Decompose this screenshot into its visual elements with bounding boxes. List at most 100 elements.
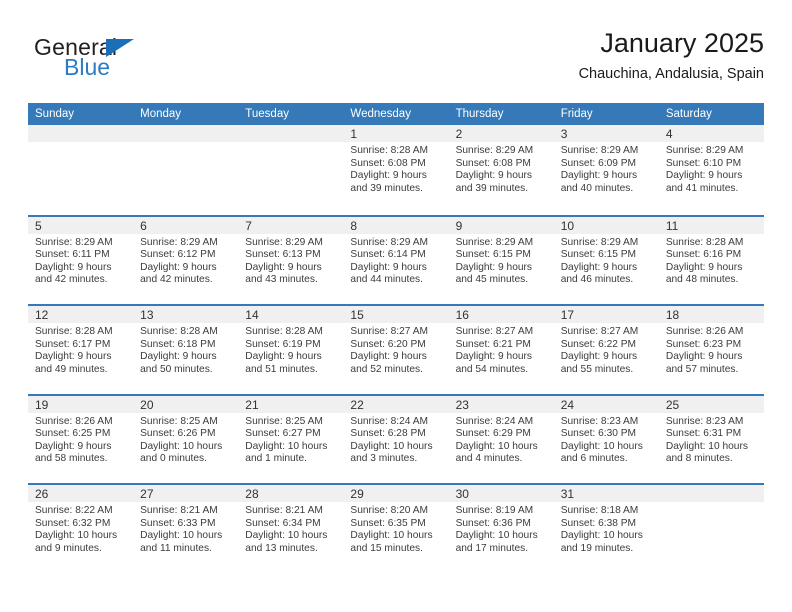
day-number-band: 12 xyxy=(28,306,134,323)
day-number-band: 24 xyxy=(553,395,659,413)
day-cell[interactable]: 24 Sunrise: 8:23 AM Sunset: 6:30 PM Dayligh… xyxy=(553,395,659,484)
sunrise-text: Sunrise: 8:26 AM xyxy=(665,326,744,337)
day-number-band: 28 xyxy=(238,485,344,502)
sunrise-text: Sunrise: 8:29 AM xyxy=(350,236,429,248)
day-cell[interactable]: 17 Sunrise: 8:27 AM Sunset: 6:22 PM Dayligh… xyxy=(553,306,659,394)
daylight-text-line1: Daylight: 10 hours xyxy=(35,530,118,542)
day-cell[interactable]: 19 Sunrise: 8:26 AM Sunset: 6:25 PM Dayligh… xyxy=(28,395,134,484)
day-cell[interactable]: 4 Sunrise: 8:29 AM Sunset: 6:10 PM Daylight… xyxy=(658,125,764,215)
day-cell[interactable]: 6 Sunrise: 8:29 AM Sunset: 6:12 PM Daylight… xyxy=(133,216,239,305)
sunset-text: Sunset: 6:08 PM xyxy=(455,157,531,169)
sunrise-text: Sunrise: 8:27 AM xyxy=(455,326,534,337)
day-number-band xyxy=(28,125,134,142)
day-number: 7 xyxy=(245,218,252,233)
day-cell[interactable]: 13 Sunrise: 8:28 AM Sunset: 6:18 PM Dayligh… xyxy=(133,306,239,394)
day-cell-empty xyxy=(658,485,764,573)
page-title: January 2025 xyxy=(600,28,764,58)
sunrise-text: Sunrise: 8:28 AM xyxy=(665,236,744,248)
sunrise-text: Sunrise: 8:21 AM xyxy=(140,505,218,516)
day-cell[interactable]: 25 Sunrise: 8:23 AM Sunset: 6:31 PM Dayligh… xyxy=(658,395,764,484)
day-info: Sunrise: 8:26 AM Sunset: 6:23 PM Daylight:… xyxy=(659,323,764,376)
day-info: Sunrise: 8:25 AM Sunset: 6:27 PM Daylight:… xyxy=(238,413,343,466)
sunset-text: Sunset: 6:20 PM xyxy=(350,338,426,350)
day-cell[interactable]: 27 Sunrise: 8:21 AM Sunset: 6:33 PM Dayligh… xyxy=(133,485,239,573)
calendar-page: General Blue January 2025 Chauchina, And… xyxy=(0,0,792,612)
sunset-text: Sunset: 6:18 PM xyxy=(140,338,216,350)
sunset-text: Sunset: 6:15 PM xyxy=(455,249,531,261)
day-info: Sunrise: 8:24 AM Sunset: 6:29 PM Daylight:… xyxy=(449,413,554,466)
daylight-text-line2: and 51 minutes. xyxy=(245,363,318,375)
day-cell[interactable]: 8 Sunrise: 8:29 AM Sunset: 6:14 PM Daylight… xyxy=(343,216,449,305)
daylight-text-line1: Daylight: 9 hours xyxy=(245,261,322,273)
day-cell[interactable]: 22 Sunrise: 8:24 AM Sunset: 6:28 PM Dayligh… xyxy=(343,395,449,484)
daylight-text-line2: and 44 minutes. xyxy=(350,274,423,286)
sunset-text: Sunset: 6:31 PM xyxy=(665,428,742,440)
weekday-header-sunday: Sunday xyxy=(35,108,75,120)
day-number-band: 8 xyxy=(343,216,449,234)
day-number: 26 xyxy=(35,487,49,501)
day-number: 25 xyxy=(665,397,680,412)
daylight-text-line1: Daylight: 9 hours xyxy=(350,261,427,273)
day-number-band: 29 xyxy=(343,485,449,502)
day-cell[interactable]: 15 Sunrise: 8:27 AM Sunset: 6:20 PM Dayligh… xyxy=(343,306,449,394)
brand-logo[interactable]: General Blue xyxy=(34,34,264,90)
day-cell[interactable]: 1 Sunrise: 8:28 AM Sunset: 6:08 PM Daylight… xyxy=(343,125,449,215)
day-number: 19 xyxy=(35,397,49,412)
day-cell[interactable]: 9 Sunrise: 8:29 AM Sunset: 6:15 PM Daylight… xyxy=(448,216,554,305)
day-info: Sunrise: 8:28 AM Sunset: 6:08 PM Daylight:… xyxy=(343,142,448,195)
day-cell[interactable]: 10 Sunrise: 8:29 AM Sunset: 6:15 PM Dayligh… xyxy=(553,216,659,305)
daylight-text-line1: Daylight: 10 hours xyxy=(140,530,223,542)
sunset-text: Sunset: 6:14 PM xyxy=(350,249,426,261)
day-info: Sunrise: 8:22 AM Sunset: 6:32 PM Daylight:… xyxy=(28,502,133,555)
day-cell[interactable]: 11 Sunrise: 8:28 AM Sunset: 6:16 PM Dayligh… xyxy=(658,216,764,305)
day-info: Sunrise: 8:29 AM Sunset: 6:15 PM Daylight:… xyxy=(554,234,659,287)
day-cell[interactable]: 31 Sunrise: 8:18 AM Sunset: 6:38 PM Dayligh… xyxy=(553,485,659,573)
sunrise-text: Sunrise: 8:29 AM xyxy=(665,145,744,156)
day-info: Sunrise: 8:28 AM Sunset: 6:18 PM Daylight:… xyxy=(133,323,238,376)
daylight-text-line1: Daylight: 9 hours xyxy=(455,351,533,363)
daylight-text-line1: Daylight: 10 hours xyxy=(455,440,538,452)
day-cell[interactable]: 16 Sunrise: 8:27 AM Sunset: 6:21 PM Dayligh… xyxy=(448,306,554,394)
daylight-text-line1: Daylight: 9 hours xyxy=(350,351,427,363)
day-cell[interactable]: 7 Sunrise: 8:29 AM Sunset: 6:13 PM Daylight… xyxy=(238,216,344,305)
daylight-text-line1: Daylight: 10 hours xyxy=(560,440,643,452)
day-cell[interactable]: 5 Sunrise: 8:29 AM Sunset: 6:11 PM Daylight… xyxy=(28,216,134,305)
sunset-text: Sunset: 6:38 PM xyxy=(560,517,637,529)
day-cell[interactable]: 30 Sunrise: 8:19 AM Sunset: 6:36 PM Dayligh… xyxy=(448,485,554,573)
day-cell[interactable]: 21 Sunrise: 8:25 AM Sunset: 6:27 PM Dayligh… xyxy=(238,395,344,484)
sunset-text: Sunset: 6:09 PM xyxy=(560,157,637,169)
sunset-text: Sunset: 6:33 PM xyxy=(140,517,216,529)
day-cell[interactable]: 18 Sunrise: 8:26 AM Sunset: 6:23 PM Dayligh… xyxy=(658,306,764,394)
day-number: 18 xyxy=(665,308,680,322)
day-cell[interactable]: 12 Sunrise: 8:28 AM Sunset: 6:17 PM Dayligh… xyxy=(28,306,134,394)
day-number-band: 1 xyxy=(343,125,449,142)
daylight-text-line1: Daylight: 10 hours xyxy=(560,530,643,542)
day-number-band: 17 xyxy=(553,306,659,323)
day-cell[interactable]: 23 Sunrise: 8:24 AM Sunset: 6:29 PM Dayligh… xyxy=(448,395,554,484)
daylight-text-line2: and 0 minutes. xyxy=(140,453,207,465)
day-number: 21 xyxy=(245,397,259,412)
daylight-text-line1: Daylight: 9 hours xyxy=(35,351,112,363)
day-info: Sunrise: 8:25 AM Sunset: 6:26 PM Daylight:… xyxy=(133,413,238,466)
sunrise-text: Sunrise: 8:19 AM xyxy=(455,505,534,516)
sunrise-text: Sunrise: 8:18 AM xyxy=(560,505,639,516)
weekday-header-tuesday: Tuesday xyxy=(245,108,289,120)
daylight-text-line1: Daylight: 9 hours xyxy=(455,170,533,182)
day-cell[interactable]: 14 Sunrise: 8:28 AM Sunset: 6:19 PM Dayligh… xyxy=(238,306,344,394)
daylight-text-line1: Daylight: 9 hours xyxy=(665,351,743,363)
day-number: 1 xyxy=(350,127,358,141)
daylight-text-line1: Daylight: 9 hours xyxy=(560,170,638,182)
day-cell[interactable]: 29 Sunrise: 8:20 AM Sunset: 6:35 PM Dayligh… xyxy=(343,485,449,573)
daylight-text-line1: Daylight: 9 hours xyxy=(140,351,217,363)
day-cell[interactable]: 28 Sunrise: 8:21 AM Sunset: 6:34 PM Dayligh… xyxy=(238,485,344,573)
day-cell[interactable]: 26 Sunrise: 8:22 AM Sunset: 6:32 PM Dayligh… xyxy=(28,485,134,573)
day-info: Sunrise: 8:23 AM Sunset: 6:31 PM Daylight:… xyxy=(659,413,764,466)
day-number: 9 xyxy=(455,218,463,233)
sunrise-text: Sunrise: 8:29 AM xyxy=(35,236,113,248)
day-cell[interactable]: 3 Sunrise: 8:29 AM Sunset: 6:09 PM Daylight… xyxy=(553,125,659,215)
sunrise-text: Sunrise: 8:29 AM xyxy=(455,236,534,248)
day-cell[interactable]: 20 Sunrise: 8:25 AM Sunset: 6:26 PM Dayligh… xyxy=(133,395,239,484)
day-info: Sunrise: 8:28 AM Sunset: 6:19 PM Daylight:… xyxy=(238,323,343,376)
title-block: January 2025 Chauchina, Andalusia, Spain xyxy=(579,26,764,84)
day-cell[interactable]: 2 Sunrise: 8:29 AM Sunset: 6:08 PM Daylight… xyxy=(448,125,554,215)
